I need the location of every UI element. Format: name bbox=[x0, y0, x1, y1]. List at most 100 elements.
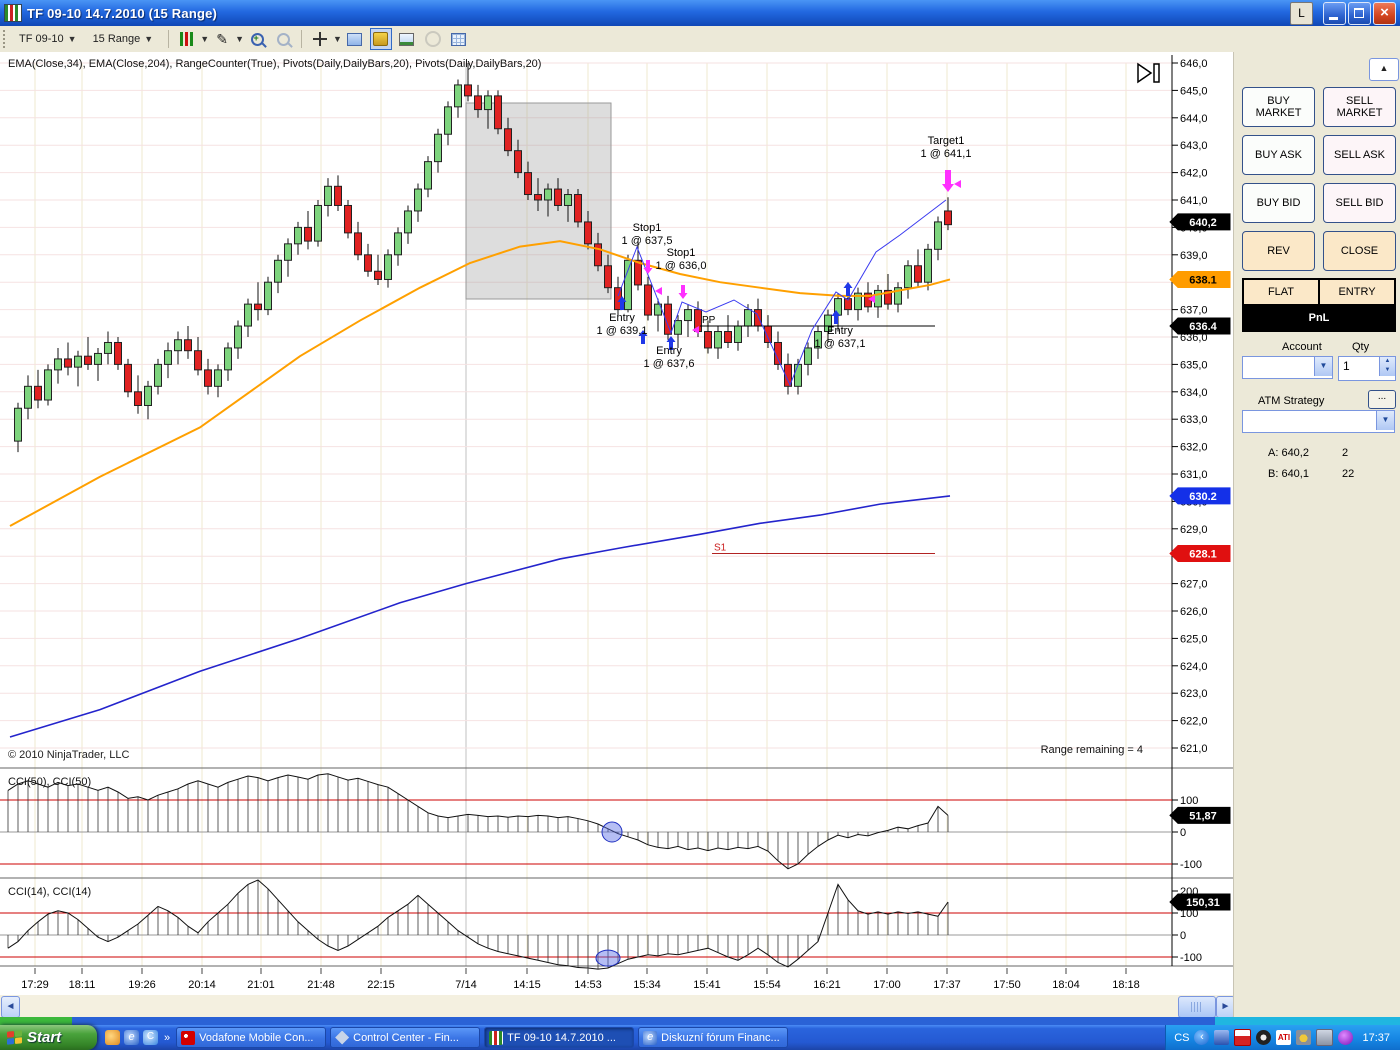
scrollbar-thumb[interactable] bbox=[1178, 996, 1216, 1018]
sell-bid-button[interactable]: SELL BID bbox=[1323, 183, 1396, 223]
svg-text:18:04: 18:04 bbox=[1052, 979, 1080, 991]
atm-strategy-label: ATM Strategy bbox=[1258, 395, 1325, 407]
qty-stepper[interactable]: 1 ▲ ▼ bbox=[1338, 356, 1396, 381]
tray-volume-icon[interactable] bbox=[1296, 1030, 1312, 1045]
buy-market-button[interactable]: BUY MARKET bbox=[1242, 87, 1315, 127]
task-control-center[interactable]: Control Center - Fin... bbox=[330, 1027, 481, 1048]
sell-ask-button[interactable]: SELL ASK bbox=[1323, 135, 1396, 175]
close-position-button[interactable]: CLOSE bbox=[1323, 231, 1396, 271]
instrument-label: TF 09-10 bbox=[19, 33, 64, 45]
svg-text:638.1: 638.1 bbox=[1189, 274, 1217, 286]
svg-text:15:54: 15:54 bbox=[753, 979, 781, 991]
chart-trader-panel: ▲ BUY MARKET SELL MARKET BUY ASK SELL AS… bbox=[1233, 52, 1400, 1017]
bid-price-label: B: 640,1 bbox=[1268, 468, 1309, 480]
sell-market-button[interactable]: SELL MARKET bbox=[1323, 87, 1396, 127]
language-indicator[interactable]: CS bbox=[1174, 1032, 1189, 1044]
quick-launch-overflow[interactable]: » bbox=[164, 1032, 170, 1044]
chart-region: PP S1 Stop1 1 @ 637,5 Stop1 1 @ 636,0 Entry 1 @… bbox=[0, 52, 1235, 1018]
crosshair-button[interactable] bbox=[309, 28, 331, 50]
svg-text:621,0: 621,0 bbox=[1180, 743, 1208, 755]
chevron-down-icon[interactable]: ▼ bbox=[235, 34, 244, 44]
svg-text:640,2: 640,2 bbox=[1189, 217, 1217, 229]
svg-text:20:14: 20:14 bbox=[188, 979, 216, 991]
hide-icons-chevron[interactable]: ‹ bbox=[1194, 1030, 1210, 1045]
svg-text:629,0: 629,0 bbox=[1180, 524, 1208, 536]
globe-icon bbox=[424, 31, 441, 47]
atm-strategy-select[interactable]: ▼ bbox=[1242, 410, 1395, 433]
data-grid-button[interactable] bbox=[448, 28, 470, 50]
connection-status-strip bbox=[0, 1017, 1400, 1025]
snapshot-button[interactable] bbox=[344, 28, 366, 50]
ninjatrader-window: TF 09-10 14.7.2010 (15 Range) L × TF 09-… bbox=[0, 0, 1400, 1050]
task-label: Vodafone Mobile Con... bbox=[199, 1031, 314, 1044]
buy-bid-button[interactable]: BUY BID bbox=[1242, 183, 1315, 223]
period-label: 15 Range bbox=[92, 33, 141, 45]
svg-text:623,0: 623,0 bbox=[1180, 688, 1208, 700]
chart-canvas[interactable]: PPS1Stop11 @ 637,5Stop11 @ 636,0Entry1 @… bbox=[0, 52, 1233, 993]
minimize-button[interactable] bbox=[1323, 2, 1346, 25]
tray-media-icon[interactable] bbox=[1256, 1030, 1272, 1045]
buy-ask-button[interactable]: BUY ASK bbox=[1242, 135, 1315, 175]
tray-display-icon[interactable] bbox=[1316, 1029, 1334, 1046]
chevron-down-icon[interactable]: ▼ bbox=[333, 34, 342, 44]
browser-icon[interactable]: C bbox=[143, 1030, 158, 1045]
task-label: Diskuzní fórum Financ... bbox=[661, 1031, 780, 1044]
zoom-out-button[interactable] bbox=[272, 28, 294, 50]
mini-chart-button[interactable] bbox=[396, 28, 418, 50]
svg-text:625,0: 625,0 bbox=[1180, 633, 1208, 645]
chart-icon bbox=[489, 1030, 504, 1045]
close-button[interactable]: × bbox=[1373, 2, 1396, 25]
svg-text:637,0: 637,0 bbox=[1180, 305, 1208, 317]
svg-text:22:15: 22:15 bbox=[367, 979, 395, 991]
panel-scroll-up-button[interactable]: ▲ bbox=[1369, 58, 1399, 81]
chevron-down-icon[interactable]: ▼ bbox=[1314, 357, 1332, 376]
atm-more-button[interactable]: ... bbox=[1368, 390, 1396, 409]
svg-text:18:11: 18:11 bbox=[69, 979, 96, 991]
close-icon: × bbox=[1380, 4, 1389, 21]
svg-text:1 @ 637,1: 1 @ 637,1 bbox=[815, 338, 866, 350]
reverse-button[interactable]: REV bbox=[1242, 231, 1315, 271]
svg-text:-100: -100 bbox=[1180, 859, 1202, 871]
svg-text:14:53: 14:53 bbox=[574, 979, 602, 991]
chart-trader-button[interactable] bbox=[369, 28, 392, 50]
drawing-tools-button[interactable]: ✎ bbox=[211, 28, 233, 50]
app-icon bbox=[4, 4, 22, 22]
quick-launch-icon-1[interactable] bbox=[105, 1030, 120, 1045]
candlestick-style-button[interactable] bbox=[176, 28, 198, 50]
bid-size-value: 22 bbox=[1342, 468, 1355, 480]
window-title: TF 09-10 14.7.2010 (15 Range) bbox=[27, 5, 218, 21]
period-dropdown[interactable]: 15 Range ▼ bbox=[87, 30, 160, 48]
tray-battery-icon[interactable] bbox=[1214, 1030, 1230, 1045]
svg-text:21:48: 21:48 bbox=[307, 979, 335, 991]
signal-marker bbox=[601, 821, 623, 843]
task-chart-active[interactable]: TF 09-10 14.7.2010 ... bbox=[484, 1027, 635, 1048]
flat-indicator: FLAT bbox=[1244, 280, 1318, 304]
tray-messenger-icon[interactable] bbox=[1338, 1030, 1354, 1045]
stepper-arrows[interactable]: ▲ ▼ bbox=[1379, 357, 1395, 376]
restore-button[interactable] bbox=[1348, 2, 1371, 25]
crosshair-icon bbox=[313, 32, 328, 46]
windows-flag-icon bbox=[7, 1029, 22, 1046]
instrument-dropdown[interactable]: TF 09-10 ▼ bbox=[13, 30, 83, 48]
account-select[interactable]: ▼ bbox=[1242, 356, 1333, 379]
ie-icon[interactable]: e bbox=[124, 1030, 139, 1045]
svg-text:635,0: 635,0 bbox=[1180, 359, 1208, 371]
task-vodafone[interactable]: Vodafone Mobile Con... bbox=[176, 1027, 327, 1048]
horizontal-scrollbar[interactable]: ◄ ► bbox=[0, 995, 1235, 1018]
chevron-down-icon[interactable]: ▼ bbox=[1376, 411, 1394, 430]
task-forum[interactable]: e Diskuzní fórum Financ... bbox=[638, 1027, 789, 1048]
tray-ati-icon[interactable]: ATI bbox=[1276, 1030, 1292, 1045]
svg-text:627,0: 627,0 bbox=[1180, 579, 1208, 591]
lock-button[interactable]: L bbox=[1290, 2, 1313, 25]
cci50-label: CCI(50), CCI(50) bbox=[8, 776, 92, 788]
scroll-left-button[interactable]: ◄ bbox=[1, 996, 20, 1018]
chevron-down-icon[interactable]: ▼ bbox=[200, 34, 209, 44]
zoom-in-button[interactable]: + bbox=[246, 28, 268, 50]
toolbar-separator bbox=[168, 30, 170, 48]
start-button[interactable]: Start bbox=[0, 1025, 97, 1050]
account-label: Account bbox=[1282, 341, 1322, 353]
candlestick-icon bbox=[180, 32, 195, 46]
tray-signal-icon[interactable] bbox=[1234, 1029, 1252, 1046]
global-link-button[interactable] bbox=[422, 28, 444, 50]
chevron-down-icon: ▼ bbox=[144, 34, 154, 44]
